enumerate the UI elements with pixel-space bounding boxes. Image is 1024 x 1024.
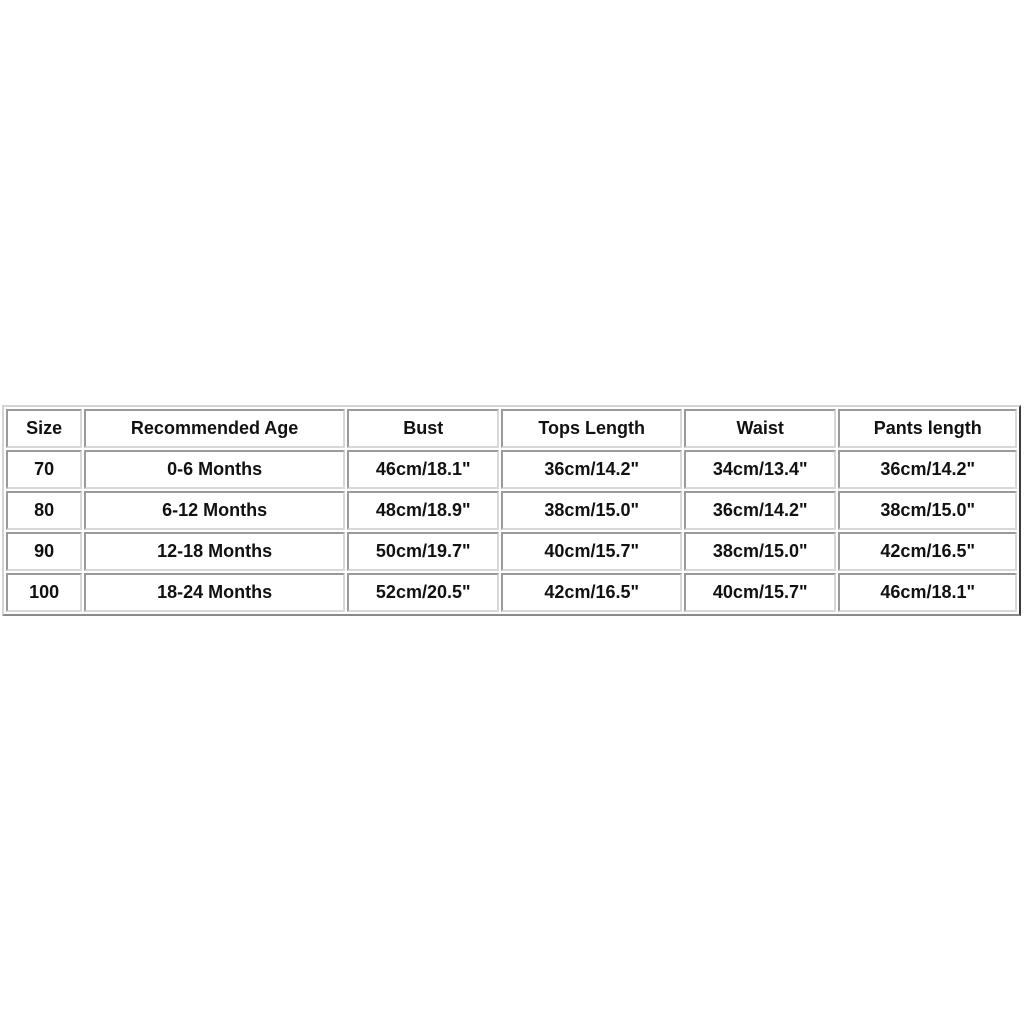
cell-recommended-age: 18-24 Months <box>84 573 345 612</box>
cell-pants-length: 46cm/18.1" <box>838 573 1017 612</box>
cell-bust: 52cm/20.5" <box>347 573 500 612</box>
header-pants-length: Pants length <box>838 409 1017 448</box>
cell-size: 70 <box>6 450 83 489</box>
cell-recommended-age: 0-6 Months <box>84 450 345 489</box>
cell-size: 90 <box>6 532 83 571</box>
cell-recommended-age: 6-12 Months <box>84 491 345 530</box>
cell-tops-length: 38cm/15.0" <box>501 491 682 530</box>
cell-waist: 36cm/14.2" <box>683 491 837 530</box>
table-row: 90 12-18 Months 50cm/19.7" 40cm/15.7" 38… <box>6 532 1017 571</box>
cell-size: 100 <box>6 573 83 612</box>
header-bust: Bust <box>347 409 500 448</box>
header-row: Size Recommended Age Bust Tops Length Wa… <box>6 409 1017 448</box>
cell-tops-length: 36cm/14.2" <box>501 450 682 489</box>
cell-pants-length: 38cm/15.0" <box>838 491 1017 530</box>
size-chart-table: Size Recommended Age Bust Tops Length Wa… <box>2 405 1021 616</box>
cell-size: 80 <box>6 491 83 530</box>
cell-pants-length: 36cm/14.2" <box>838 450 1017 489</box>
cell-recommended-age: 12-18 Months <box>84 532 345 571</box>
cell-bust: 48cm/18.9" <box>347 491 500 530</box>
size-chart-container: Size Recommended Age Bust Tops Length Wa… <box>2 405 1021 616</box>
header-recommended-age: Recommended Age <box>84 409 345 448</box>
cell-bust: 50cm/19.7" <box>347 532 500 571</box>
cell-bust: 46cm/18.1" <box>347 450 500 489</box>
table-row: 100 18-24 Months 52cm/20.5" 42cm/16.5" 4… <box>6 573 1017 612</box>
cell-pants-length: 42cm/16.5" <box>838 532 1017 571</box>
cell-waist: 40cm/15.7" <box>683 573 837 612</box>
header-tops-length: Tops Length <box>501 409 682 448</box>
cell-waist: 34cm/13.4" <box>683 450 837 489</box>
table-row: 80 6-12 Months 48cm/18.9" 38cm/15.0" 36c… <box>6 491 1017 530</box>
cell-tops-length: 42cm/16.5" <box>501 573 682 612</box>
cell-tops-length: 40cm/15.7" <box>501 532 682 571</box>
header-size: Size <box>6 409 83 448</box>
cell-waist: 38cm/15.0" <box>683 532 837 571</box>
header-waist: Waist <box>683 409 837 448</box>
table-row: 70 0-6 Months 46cm/18.1" 36cm/14.2" 34cm… <box>6 450 1017 489</box>
